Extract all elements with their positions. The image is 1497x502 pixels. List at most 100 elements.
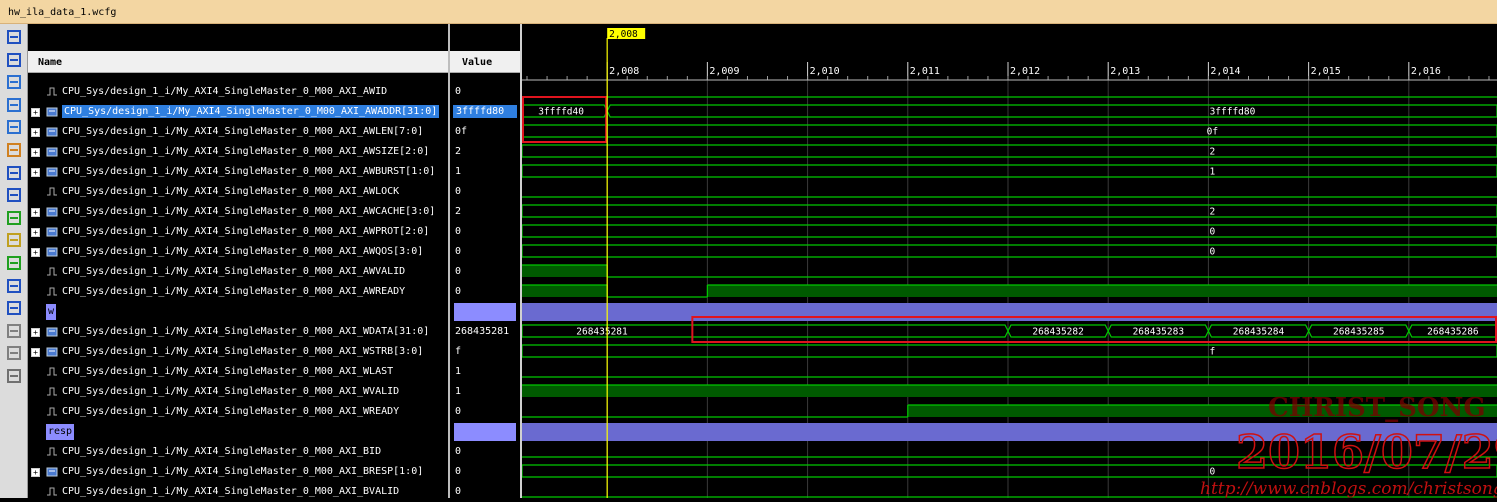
signal-name[interactable]: CPU_Sys/design_1_i/My_AXI4_SingleMaster_… xyxy=(62,366,393,377)
timeline-tick-label: 2,008 xyxy=(609,66,639,77)
expand-icon[interactable]: + xyxy=(31,208,40,217)
expand-icon[interactable]: + xyxy=(31,148,40,157)
expand-icon[interactable]: + xyxy=(31,248,40,257)
watermark: CHRIST_SONG 2016/07/29 http://www.cnblog… xyxy=(1200,393,1497,498)
value-column-header[interactable]: Value xyxy=(450,51,520,73)
bus-value-label: 0 xyxy=(1210,247,1216,258)
watermark-line3: http://www.cnblogs.com/christsong/ xyxy=(1200,479,1497,498)
bit-signal-icon xyxy=(47,387,57,396)
save-icon[interactable] xyxy=(5,51,23,69)
bus-value-label: 3ffffd40 xyxy=(538,107,584,118)
signal-value: 0 xyxy=(455,406,462,417)
bus-signal-icon xyxy=(46,467,58,477)
signal-name[interactable]: CPU_Sys/design_1_i/My_AXI4_SingleMaster_… xyxy=(62,226,429,237)
signal-name[interactable]: CPU_Sys/design_1_i/My_AXI4_SingleMaster_… xyxy=(62,466,423,477)
signal-value: 0 xyxy=(455,226,462,237)
signal-name[interactable]: CPU_Sys/design_1_i/My_AXI4_SingleMaster_… xyxy=(62,486,399,497)
group-value-bar xyxy=(454,423,516,441)
signal-value: 0f xyxy=(455,126,468,137)
bus-value-label: 0 xyxy=(1210,227,1216,238)
bus-value-label: 2 xyxy=(1210,207,1216,218)
signal-name[interactable]: CPU_Sys/design_1_i/My_AXI4_SingleMaster_… xyxy=(62,386,399,397)
signal-value: 0 xyxy=(455,186,462,197)
bit-signal-icon xyxy=(47,487,57,496)
watermark-line2: 2016/07/29 xyxy=(1236,425,1497,479)
group-name[interactable]: resp xyxy=(46,424,75,440)
signal-name[interactable]: CPU_Sys/design_1_i/My_AXI4_SingleMaster_… xyxy=(62,406,399,417)
bus-signal-icon xyxy=(46,207,58,217)
bus-value-label: f xyxy=(1210,347,1216,358)
expand-icon[interactable]: + xyxy=(31,328,40,337)
signal-value: 1 xyxy=(455,386,462,397)
bus-signal-icon xyxy=(46,147,58,157)
bit-high-fill xyxy=(522,265,608,277)
expand-icon[interactable]: + xyxy=(31,468,40,477)
signal-value: 268435281 xyxy=(455,326,510,337)
bus-value-label: 1 xyxy=(1210,167,1216,178)
expand-icon[interactable]: + xyxy=(31,108,40,117)
timeline-tick-label: 2,013 xyxy=(1110,66,1140,77)
bus-signal-icon xyxy=(46,347,58,357)
signal-value: 0 xyxy=(455,266,462,277)
signal-value: 0 xyxy=(455,486,462,497)
signal-value: 1 xyxy=(455,366,462,377)
bit-signal-icon xyxy=(47,447,57,456)
signal-name[interactable]: CPU_Sys/design_1_i/My_AXI4_SingleMaster_… xyxy=(62,126,423,137)
signal-name[interactable]: CPU_Sys/design_1_i/My_AXI4_SingleMaster_… xyxy=(62,286,405,297)
group-value-bar xyxy=(454,303,516,321)
name-column-header[interactable]: Name xyxy=(28,51,448,73)
signal-name[interactable]: CPU_Sys/design_1_i/My_AXI4_SingleMaster_… xyxy=(62,326,429,337)
signal-value: 0 xyxy=(455,86,462,97)
bus-value-label: 0f xyxy=(1207,127,1218,138)
bus-signal-icon xyxy=(46,127,58,137)
group-name[interactable]: w xyxy=(46,304,57,320)
window-titlebar: hw_ila_data_1.wcfg xyxy=(0,0,1497,24)
bus-signal-icon xyxy=(46,227,58,237)
signal-name[interactable]: CPU_Sys/design_1_i/My_AXI4_SingleMaster_… xyxy=(62,206,435,217)
signal-value: 0 xyxy=(455,246,462,257)
bus-value-label: 268435283 xyxy=(1133,327,1184,338)
signal-value: 2 xyxy=(455,146,462,157)
bit-signal-icon xyxy=(47,87,57,96)
bus-value-label: 268435282 xyxy=(1032,327,1083,338)
signal-value: f xyxy=(455,346,462,357)
signal-value: 0 xyxy=(455,466,462,477)
signal-name[interactable]: CPU_Sys/design_1_i/My_AXI4_SingleMaster_… xyxy=(62,266,405,277)
expand-icon[interactable]: + xyxy=(31,168,40,177)
expand-icon[interactable]: + xyxy=(31,128,40,137)
expand-icon[interactable]: + xyxy=(31,348,40,357)
timeline-tick-label: 2,014 xyxy=(1210,66,1240,77)
bus-signal-icon xyxy=(46,327,58,337)
bus-value-label: 3ffffd80 xyxy=(1210,107,1256,118)
bit-high-fill xyxy=(522,285,608,297)
bit-signal-icon xyxy=(47,367,57,376)
bus-signal-icon xyxy=(46,107,58,117)
timeline-tick-label: 2,010 xyxy=(810,66,840,77)
timeline-tick-label: 2,016 xyxy=(1411,66,1441,77)
expand-icon[interactable]: + xyxy=(31,228,40,237)
watermark-line1: CHRIST_SONG xyxy=(1268,393,1486,423)
float-icon[interactable] xyxy=(5,28,23,46)
timeline-tick-label: 2,012 xyxy=(1010,66,1040,77)
timeline-tick-label: 2,015 xyxy=(1311,66,1341,77)
signal-name[interactable]: CPU_Sys/design_1_i/My_AXI4_SingleMaster_… xyxy=(62,246,423,257)
signal-name[interactable]: CPU_Sys/design_1_i/My_AXI4_SingleMaster_… xyxy=(62,146,429,157)
signal-name[interactable]: CPU_Sys/design_1_i/My_AXI4_SingleMaster_… xyxy=(62,346,423,357)
signal-value: 2 xyxy=(455,206,462,217)
signal-name[interactable]: CPU_Sys/design_1_i/My_AXI4_SingleMaster_… xyxy=(62,105,440,118)
bus-signal-icon xyxy=(46,167,58,177)
bus-value-label: 268435286 xyxy=(1427,327,1479,338)
value-header-label: Value xyxy=(462,57,493,68)
bus-value-label: 268435281 xyxy=(576,327,628,338)
signal-name[interactable]: CPU_Sys/design_1_i/My_AXI4_SingleMaster_… xyxy=(62,86,387,97)
bus-signal-icon xyxy=(46,247,58,257)
bit-signal-icon xyxy=(47,407,57,416)
signal-value: 0 xyxy=(455,446,462,457)
signal-name[interactable]: CPU_Sys/design_1_i/My_AXI4_SingleMaster_… xyxy=(62,446,381,457)
bit-signal-icon xyxy=(47,287,57,296)
signal-name[interactable]: CPU_Sys/design_1_i/My_AXI4_SingleMaster_… xyxy=(62,186,399,197)
signal-value: 0 xyxy=(455,286,462,297)
bus-value-label: 2 xyxy=(1210,147,1216,158)
bus-value-label: 268435284 xyxy=(1233,327,1285,338)
signal-name[interactable]: CPU_Sys/design_1_i/My_AXI4_SingleMaster_… xyxy=(62,166,435,177)
